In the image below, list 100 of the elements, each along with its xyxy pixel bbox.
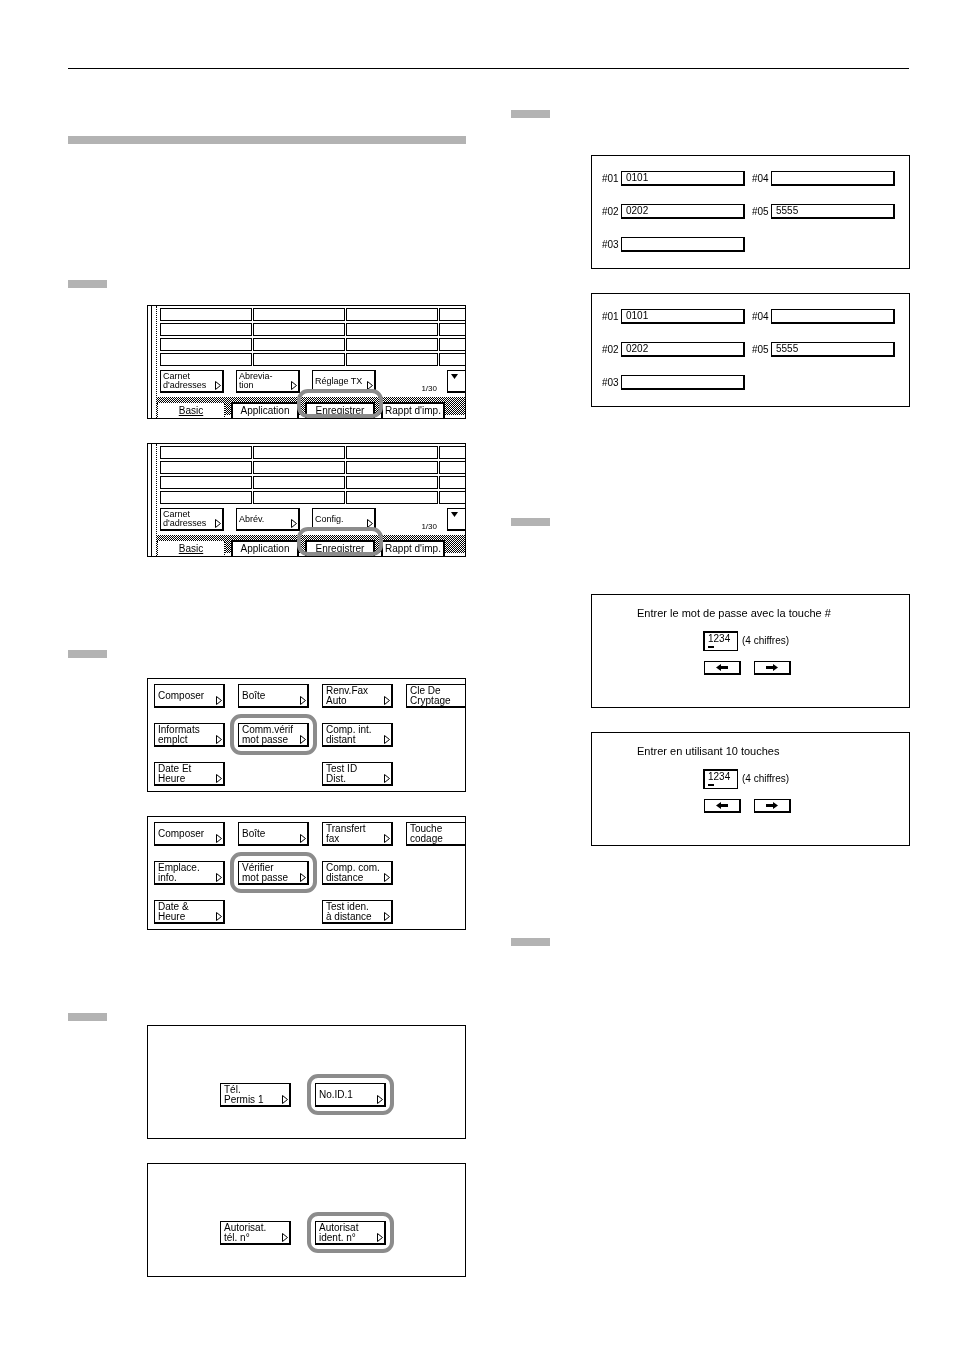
input-field[interactable]: 5555	[771, 204, 895, 219]
blank-key[interactable]	[346, 323, 438, 336]
input-field[interactable]: 1234	[703, 769, 738, 789]
scroll-button[interactable]	[447, 370, 465, 393]
right-arrow-button[interactable]	[754, 799, 791, 813]
caret-icon	[216, 873, 222, 882]
menu-button[interactable]: Touche codage	[406, 822, 465, 846]
blank-key[interactable]	[346, 338, 438, 351]
caret-icon	[300, 873, 306, 882]
blank-key[interactable]	[160, 446, 252, 459]
caret-icon	[216, 774, 222, 783]
menu-button[interactable]: No.ID.1	[315, 1083, 386, 1107]
blank-key[interactable]	[346, 353, 438, 366]
menu-button[interactable]: Vérifier mot passe	[238, 861, 309, 885]
tab[interactable]: Application	[231, 540, 299, 556]
menu-button[interactable]: Comm.vérif mot passe	[238, 723, 309, 747]
menu-button[interactable]: Emplace. info.	[154, 861, 225, 885]
input-field[interactable]	[771, 309, 895, 324]
field-label: #02	[602, 344, 620, 355]
menu-button[interactable]: Composer	[154, 822, 225, 846]
field-label: #05	[752, 344, 770, 355]
caret-icon	[216, 834, 222, 843]
blank-key[interactable]	[253, 491, 345, 504]
menu-button[interactable]: Renv.Fax Auto	[322, 684, 393, 708]
menu-button[interactable]: Test ID Dist.	[322, 762, 393, 786]
input-field[interactable]: 0101	[621, 309, 745, 324]
blank-key[interactable]	[346, 476, 438, 489]
text-cursor-icon	[708, 784, 714, 786]
blank-key[interactable]	[253, 476, 345, 489]
blank-key[interactable]	[346, 461, 438, 474]
blank-key[interactable]	[160, 338, 252, 351]
menu-button[interactable]: Comp. int. distant	[322, 723, 393, 747]
menu-button[interactable]: Boîte	[238, 822, 309, 846]
input-field[interactable]: 1234	[703, 631, 738, 651]
blank-key[interactable]	[253, 308, 345, 321]
menu-button[interactable]: Composer	[154, 684, 225, 708]
tab[interactable]: Basic	[157, 402, 225, 418]
blank-key[interactable]	[439, 308, 465, 321]
tab[interactable]: Rappt d'imp.	[381, 402, 445, 418]
blank-key[interactable]	[160, 323, 252, 336]
blank-key[interactable]	[253, 446, 345, 459]
scroll-button[interactable]	[447, 508, 465, 531]
tab[interactable]: Basic	[157, 540, 225, 556]
menu-button[interactable]: Date & Heure	[154, 900, 225, 924]
blank-key[interactable]	[346, 446, 438, 459]
menu-button[interactable]: Test iden. à distance	[322, 900, 393, 924]
panel-button[interactable]: Abrév.	[236, 508, 300, 531]
field-label: #03	[602, 239, 620, 250]
blank-key[interactable]	[346, 308, 438, 321]
input-field[interactable]	[621, 237, 745, 252]
right-arrow-button[interactable]	[754, 661, 791, 675]
field-label: #02	[602, 206, 620, 217]
caret-icon	[384, 834, 390, 843]
blank-key[interactable]	[439, 461, 465, 474]
caret-icon	[215, 381, 221, 390]
menu-button[interactable]: Autorisat. tél. n°	[220, 1221, 291, 1245]
menu-button[interactable]: Autorisat ident. n°	[315, 1221, 386, 1245]
input-field[interactable]: 0202	[621, 204, 745, 219]
blank-key[interactable]	[253, 323, 345, 336]
left-arrow-button[interactable]	[704, 661, 741, 675]
blank-key[interactable]	[439, 446, 465, 459]
input-field[interactable]: 5555	[771, 342, 895, 357]
caret-icon	[377, 1095, 383, 1104]
panel-button[interactable]: Abrevia- tion	[236, 370, 300, 393]
blank-key[interactable]	[439, 338, 465, 351]
menu-button[interactable]: Comp. com. distance	[322, 861, 393, 885]
input-field[interactable]: 0101	[621, 171, 745, 186]
blank-key[interactable]	[439, 476, 465, 489]
menu-button[interactable]: Cle De Cryptage	[406, 684, 465, 708]
blank-key[interactable]	[253, 461, 345, 474]
blank-key[interactable]	[439, 353, 465, 366]
blank-key[interactable]	[346, 491, 438, 504]
tab[interactable]: Application	[231, 402, 299, 418]
left-arrow-button[interactable]	[704, 799, 741, 813]
page-counter: 1/30	[421, 522, 437, 531]
blank-key[interactable]	[160, 491, 252, 504]
blank-key[interactable]	[160, 353, 252, 366]
input-field[interactable]	[621, 375, 745, 390]
menu-button[interactable]: Date Et Heure	[154, 762, 225, 786]
input-field[interactable]	[771, 171, 895, 186]
blank-key[interactable]	[253, 338, 345, 351]
blank-key[interactable]	[160, 461, 252, 474]
caret-icon	[215, 519, 221, 528]
menu-button[interactable]: Transfert fax	[322, 822, 393, 846]
input-field[interactable]: 0202	[621, 342, 745, 357]
panel-button[interactable]: Carnet d'adresses	[160, 508, 224, 531]
menu-button[interactable]: Boîte	[238, 684, 309, 708]
blank-key[interactable]	[253, 353, 345, 366]
menu-button[interactable]: Tél. Permis 1	[220, 1083, 291, 1107]
caret-icon	[300, 696, 306, 705]
caret-icon	[216, 696, 222, 705]
menu-button[interactable]: Informats emplct	[154, 723, 225, 747]
caret-icon	[291, 381, 297, 390]
blank-key[interactable]	[160, 476, 252, 489]
left-arrow-icon	[716, 802, 728, 809]
blank-key[interactable]	[160, 308, 252, 321]
blank-key[interactable]	[439, 491, 465, 504]
tab[interactable]: Rappt d'imp.	[381, 540, 445, 556]
panel-button[interactable]: Carnet d'adresses	[160, 370, 224, 393]
blank-key[interactable]	[439, 323, 465, 336]
